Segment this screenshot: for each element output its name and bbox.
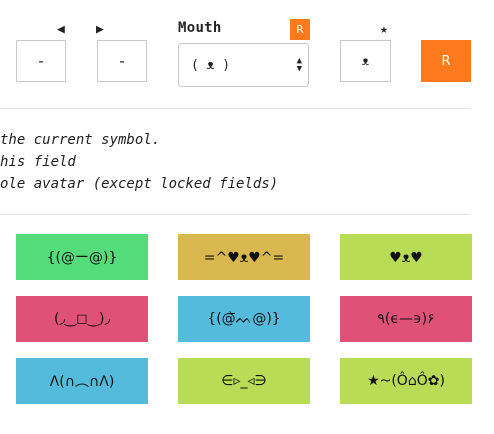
preset-tile[interactable]: ٩(ϵ—϶)۶ — [340, 296, 472, 342]
arrow-left-icon: ◀ — [57, 22, 65, 37]
mouth-reset-button[interactable]: R — [290, 19, 310, 40]
preset-tile[interactable]: ᐱ(∩︵∩ᐱ) — [16, 358, 148, 404]
preset-tile[interactable]: ♥ᴥ♥ — [340, 234, 472, 280]
arrow-right-icon: ▶ — [96, 22, 104, 37]
mouth-select-value: ( ᴥ ) — [191, 57, 231, 73]
help-line-2: his field — [0, 154, 76, 170]
reset-all-button[interactable]: R — [421, 40, 471, 82]
preset-tile[interactable]: =^♥ᴥ♥^= — [178, 234, 310, 280]
next-mouth-button[interactable]: - — [97, 40, 147, 82]
preset-tile[interactable]: {(@᷅ᨓ@)} — [178, 296, 310, 342]
preset-tile[interactable]: ∈▹_◃∋ — [178, 358, 310, 404]
help-line-3: ole avatar (except locked fields) — [0, 176, 279, 192]
divider — [0, 108, 471, 109]
divider — [0, 214, 471, 215]
previous-mouth-button[interactable]: - — [16, 40, 66, 82]
preset-tile[interactable]: ★~(Ô⌂Ô✿) — [340, 358, 472, 404]
preset-tile[interactable]: {(@ー@)} — [16, 234, 148, 280]
help-line-1: the current symbol. — [0, 132, 161, 148]
select-caret-icon: ▲ ▼ — [296, 56, 302, 74]
mouth-title: Mouth — [178, 20, 222, 36]
mouth-select[interactable]: ( ᴥ ) ▲ ▼ — [178, 43, 309, 87]
preset-tile[interactable]: (◞‿◻‿)◞ — [16, 296, 148, 342]
random-mouth-button[interactable]: ᴥ — [340, 40, 391, 82]
star-icon: ★ — [380, 22, 388, 37]
